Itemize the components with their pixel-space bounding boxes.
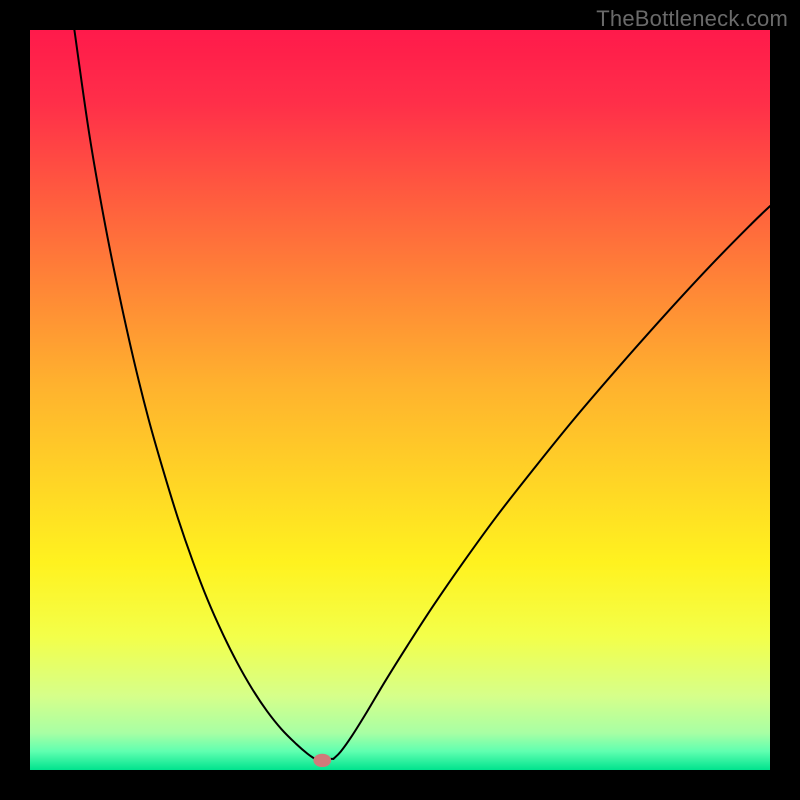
watermark-text: TheBottleneck.com (596, 6, 788, 32)
plot-area (30, 30, 770, 770)
optimum-marker (313, 754, 331, 767)
chart-frame: TheBottleneck.com (0, 0, 800, 800)
chart-svg (30, 30, 770, 770)
